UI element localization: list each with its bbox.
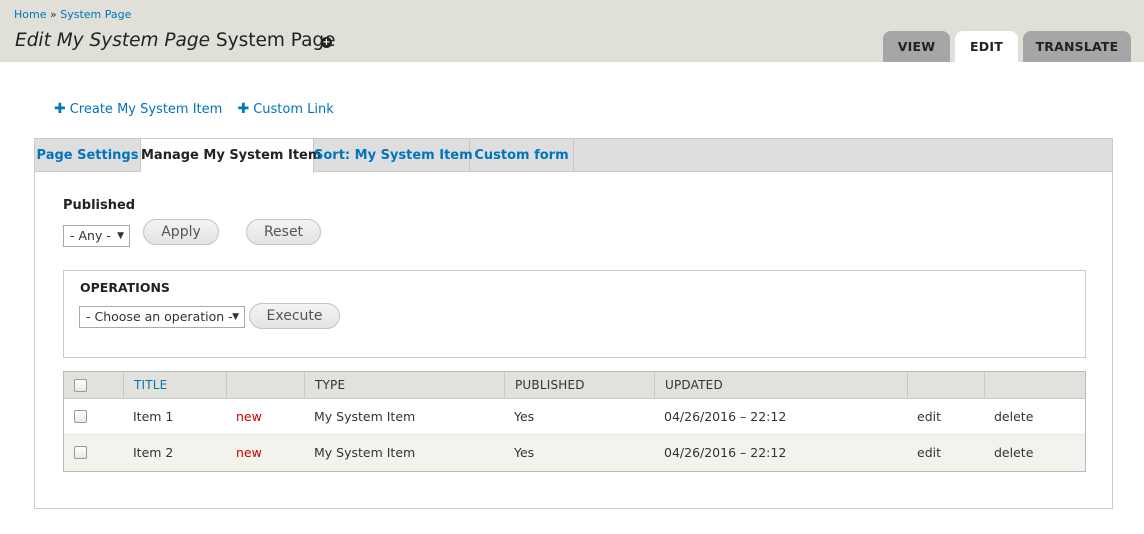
published-select-value: - Any - — [70, 228, 111, 243]
header-updated-label: UPDATED — [665, 378, 723, 392]
header-mark — [227, 372, 305, 399]
item-published: Yes — [514, 445, 535, 460]
breadcrumb-separator: » — [49, 8, 57, 21]
item-type: My System Item — [314, 445, 416, 460]
select-all-checkbox[interactable] — [74, 379, 87, 392]
breadcrumb: Home » System Page — [14, 8, 131, 21]
chevron-down-icon: ▼ — [232, 312, 239, 322]
operations-fieldset: OPERATIONS - Choose an operation - ▼ Exe… — [63, 270, 1086, 358]
create-item-label: Create My System Item — [69, 102, 223, 117]
item-title-link[interactable]: Item 2 — [133, 435, 173, 471]
edit-link[interactable]: edit — [917, 435, 941, 471]
item-updated: 04/26/2016 – 22:12 — [664, 445, 787, 460]
delete-link[interactable]: delete — [994, 435, 1033, 471]
tab-manage-items[interactable]: Manage My System Item — [141, 139, 321, 173]
breadcrumb-current-link[interactable]: System Page — [60, 8, 131, 21]
tab-sort-items[interactable]: Sort: My System Item — [314, 139, 473, 172]
tab-custom-form[interactable]: Custom form — [470, 139, 574, 172]
tab-page-settings[interactable]: Page Settings — [35, 139, 141, 172]
plus-icon: ✚ — [237, 101, 250, 117]
published-filter-label: Published — [63, 198, 136, 213]
secondary-tabs: Page Settings Manage My System Item Sort… — [35, 139, 1112, 173]
new-marker: new — [236, 445, 262, 460]
header-title-label[interactable]: TITLE — [124, 378, 167, 392]
row-checkbox[interactable] — [74, 410, 87, 423]
item-published: Yes — [514, 409, 535, 424]
primary-tabs: VIEW EDIT TRANSLATE — [0, 31, 1144, 62]
tab-view[interactable]: VIEW — [883, 31, 950, 62]
reset-button[interactable]: Reset — [246, 219, 321, 245]
header-type: TYPE — [305, 372, 505, 399]
tab-translate[interactable]: TRANSLATE — [1023, 31, 1131, 62]
breadcrumb-home-link[interactable]: Home — [14, 8, 46, 21]
header-delete — [985, 372, 1085, 399]
tab-edit[interactable]: EDIT — [955, 31, 1018, 62]
operations-legend: OPERATIONS — [80, 280, 170, 295]
main-panel: Page Settings Manage My System Item Sort… — [34, 138, 1113, 509]
custom-link-label: Custom Link — [253, 102, 334, 117]
new-marker: new — [236, 409, 262, 424]
header-select-all — [64, 372, 124, 399]
plus-icon: ✚ — [54, 101, 66, 117]
header-updated: UPDATED — [655, 372, 908, 399]
item-updated: 04/26/2016 – 22:12 — [664, 409, 787, 424]
header-type-label: TYPE — [315, 378, 346, 392]
execute-button[interactable]: Execute — [249, 303, 340, 329]
create-item-link[interactable]: ✚ Create My System Item — [54, 101, 223, 117]
header-published: PUBLISHED — [505, 372, 655, 399]
row-checkbox[interactable] — [74, 446, 87, 459]
published-select[interactable]: - Any - ▼ — [63, 225, 130, 247]
custom-link-link[interactable]: ✚ Custom Link — [237, 101, 334, 117]
apply-button[interactable]: Apply — [143, 219, 219, 245]
item-type: My System Item — [314, 409, 416, 424]
header-title[interactable]: TITLE — [124, 372, 227, 399]
operation-select-value: - Choose an operation - — [86, 309, 233, 324]
items-table: TITLE TYPE PUBLISHED UPDATED Item 1 new … — [63, 371, 1086, 472]
action-links: ✚ Create My System Item ✚ Custom Link — [54, 101, 345, 117]
item-title-link[interactable]: Item 1 — [133, 399, 173, 435]
page-header: Home » System Page Edit My System Page S… — [0, 0, 1144, 62]
table-header: TITLE TYPE PUBLISHED UPDATED — [64, 372, 1085, 399]
chevron-down-icon: ▼ — [117, 231, 124, 241]
header-edit — [908, 372, 985, 399]
table-row: Item 1 new My System Item Yes 04/26/2016… — [64, 399, 1085, 435]
edit-link[interactable]: edit — [917, 399, 941, 435]
header-published-label: PUBLISHED — [515, 378, 585, 392]
operation-select[interactable]: - Choose an operation - ▼ — [79, 306, 245, 328]
table-row: Item 2 new My System Item Yes 04/26/2016… — [64, 435, 1085, 471]
delete-link[interactable]: delete — [994, 399, 1033, 435]
